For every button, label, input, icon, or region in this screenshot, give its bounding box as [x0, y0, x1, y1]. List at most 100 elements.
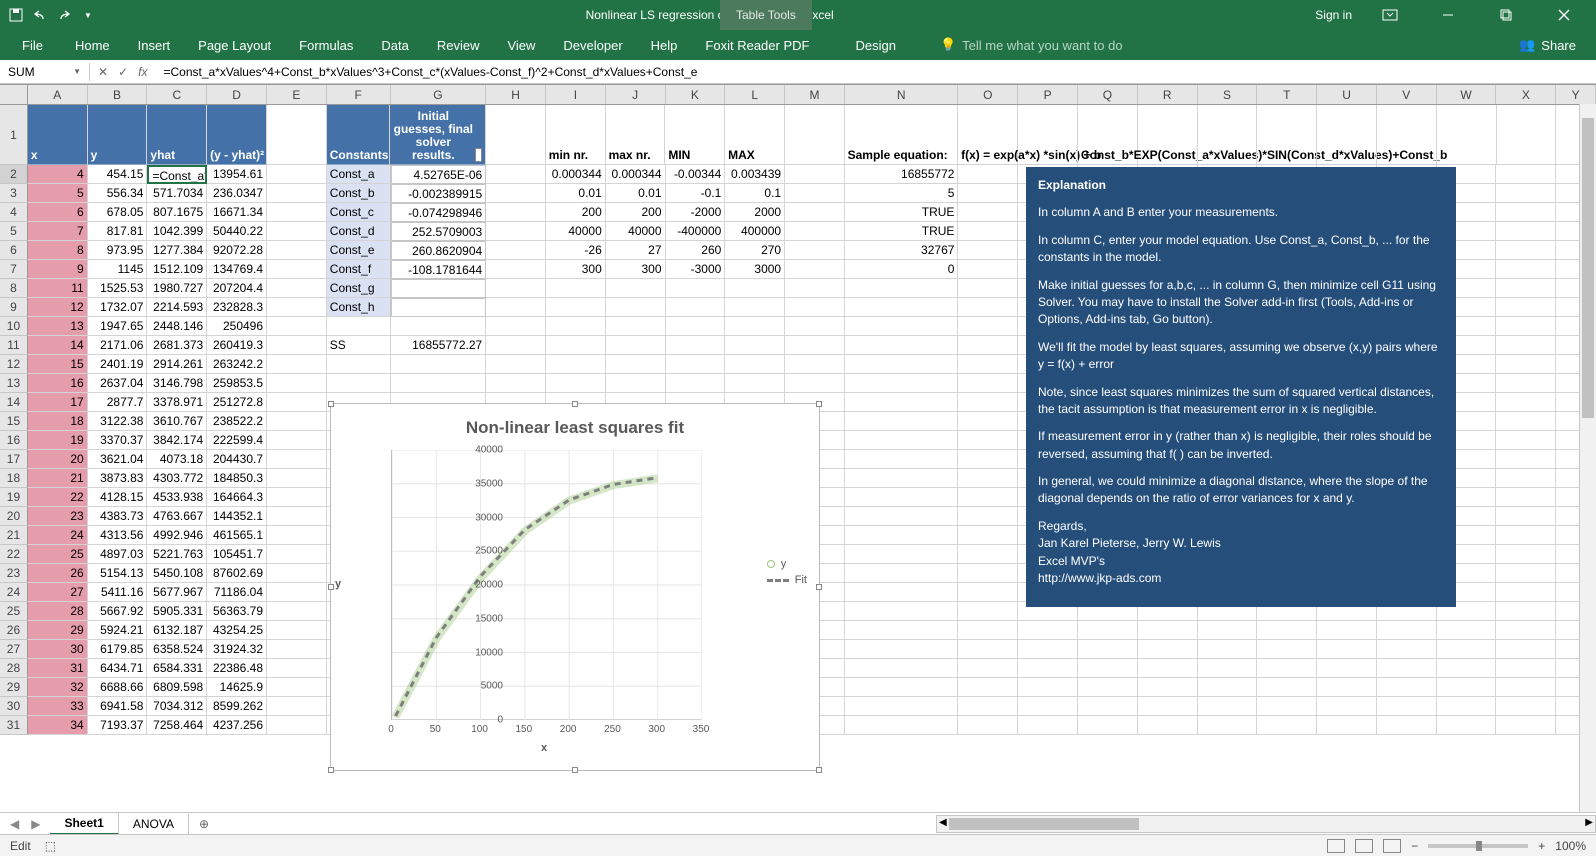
- col-header-U[interactable]: U: [1317, 85, 1377, 104]
- row-header-21[interactable]: 21: [0, 526, 28, 545]
- cell-A16[interactable]: 19: [28, 431, 88, 450]
- row-header-19[interactable]: 19: [0, 488, 28, 507]
- zoom-slider[interactable]: [1428, 844, 1528, 848]
- chart-nonlinear-fit[interactable]: Non-linear least squares fit y x y Fit 0…: [330, 403, 820, 771]
- enter-formula-icon[interactable]: ✓: [118, 65, 128, 79]
- cell-B29[interactable]: 6688.66: [88, 678, 148, 697]
- ribbon-tab-file[interactable]: File: [4, 32, 61, 59]
- cell-D28[interactable]: 22386.48: [207, 659, 267, 678]
- explanation-text-box[interactable]: Explanation In column A and B enter your…: [1026, 167, 1456, 607]
- cell-D20[interactable]: 144352.1: [207, 507, 267, 526]
- cell-B11[interactable]: 2171.06: [88, 336, 148, 355]
- cell-B13[interactable]: 2637.04: [88, 374, 148, 393]
- cell-C28[interactable]: 6584.331: [147, 659, 207, 678]
- cell-B28[interactable]: 6434.71: [88, 659, 148, 678]
- cell-A15[interactable]: 18: [28, 412, 88, 431]
- row-header-3[interactable]: 3: [0, 184, 28, 203]
- cell-D27[interactable]: 31924.32: [207, 640, 267, 659]
- row-header-18[interactable]: 18: [0, 469, 28, 488]
- sign-in-link[interactable]: Sign in: [1315, 8, 1352, 22]
- const-name-1[interactable]: Const_b: [327, 184, 391, 203]
- chart-plot-area[interactable]: [391, 450, 701, 720]
- cell-A7[interactable]: 9: [28, 260, 88, 279]
- cell-A6[interactable]: 8: [28, 241, 88, 260]
- cell-B2[interactable]: 454.15: [88, 165, 148, 184]
- chart-legend[interactable]: y Fit: [767, 554, 807, 590]
- cell-C30[interactable]: 7034.312: [147, 697, 207, 716]
- ribbon-tab-developer[interactable]: Developer: [549, 32, 636, 59]
- header-yhat[interactable]: yhat: [147, 105, 207, 165]
- cell-B17[interactable]: 3621.04: [88, 450, 148, 469]
- cell-B19[interactable]: 4128.15: [88, 488, 148, 507]
- const-val-3[interactable]: 252.5709003: [391, 222, 487, 241]
- cell-C9[interactable]: 2214.593: [147, 298, 207, 317]
- row-header-17[interactable]: 17: [0, 450, 28, 469]
- cell-C6[interactable]: 1277.384: [147, 241, 207, 260]
- const-val-6[interactable]: [391, 279, 487, 298]
- col-header-N[interactable]: N: [845, 85, 959, 104]
- cell-A5[interactable]: 7: [28, 222, 88, 241]
- cell-A13[interactable]: 16: [28, 374, 88, 393]
- col-header-C[interactable]: C: [147, 85, 207, 104]
- const-val-7[interactable]: [391, 298, 487, 317]
- cell-C13[interactable]: 3146.798: [147, 374, 207, 393]
- cell-A4[interactable]: 6: [28, 203, 88, 222]
- cancel-formula-icon[interactable]: ✕: [98, 65, 108, 79]
- cell-D11[interactable]: 260419.3: [207, 336, 267, 355]
- cell-A25[interactable]: 28: [28, 602, 88, 621]
- cell-A10[interactable]: 13: [28, 317, 88, 336]
- row-header-28[interactable]: 28: [0, 659, 28, 678]
- tab-nav-next-icon[interactable]: ▶: [31, 817, 40, 831]
- qat-dropdown-icon[interactable]: ▼: [80, 7, 96, 23]
- cell-B30[interactable]: 6941.58: [88, 697, 148, 716]
- cell-B3[interactable]: 556.34: [88, 184, 148, 203]
- col-header-V[interactable]: V: [1377, 85, 1437, 104]
- ss-value[interactable]: 16855772.27: [391, 336, 487, 355]
- cell-A18[interactable]: 21: [28, 469, 88, 488]
- cell-D22[interactable]: 105451.7: [207, 545, 267, 564]
- cell-C26[interactable]: 6132.187: [147, 621, 207, 640]
- cell-D8[interactable]: 207204.4: [207, 279, 267, 298]
- cell-A21[interactable]: 24: [28, 526, 88, 545]
- cell-B25[interactable]: 5667.92: [88, 602, 148, 621]
- cell-C4[interactable]: 807.1675: [147, 203, 207, 222]
- cell-B14[interactable]: 2877.7: [88, 393, 148, 412]
- header-y[interactable]: y: [88, 105, 148, 165]
- col-header-Y[interactable]: Y: [1556, 85, 1596, 104]
- cell-D6[interactable]: 92072.28: [207, 241, 267, 260]
- cell-D24[interactable]: 71186.04: [207, 583, 267, 602]
- col-header-A[interactable]: A: [28, 85, 88, 104]
- tell-me-search[interactable]: 💡 Tell me what you want to do: [940, 37, 1123, 53]
- cell-B23[interactable]: 5154.13: [88, 564, 148, 583]
- horizontal-scrollbar[interactable]: ◀ ▶: [936, 815, 1596, 833]
- cell-C25[interactable]: 5905.331: [147, 602, 207, 621]
- row-header-6[interactable]: 6: [0, 241, 28, 260]
- page-layout-view-button[interactable]: [1355, 839, 1373, 853]
- select-all-triangle[interactable]: [0, 85, 28, 104]
- cell-A22[interactable]: 25: [28, 545, 88, 564]
- row-header-2[interactable]: 2: [0, 165, 28, 184]
- const-val-5[interactable]: -108.1781644: [391, 260, 487, 279]
- row-header-12[interactable]: 12: [0, 355, 28, 374]
- vertical-scrollbar[interactable]: [1579, 104, 1596, 812]
- row-header-1[interactable]: 1: [0, 105, 28, 165]
- cell-B7[interactable]: 1145: [88, 260, 148, 279]
- cell-A23[interactable]: 26: [28, 564, 88, 583]
- cell-D10[interactable]: 250496: [207, 317, 267, 336]
- zoom-level[interactable]: 100%: [1555, 839, 1586, 853]
- cell-A29[interactable]: 32: [28, 678, 88, 697]
- cell-C23[interactable]: 5450.108: [147, 564, 207, 583]
- cell-B12[interactable]: 2401.19: [88, 355, 148, 374]
- cell-A17[interactable]: 20: [28, 450, 88, 469]
- cell-C19[interactable]: 4533.938: [147, 488, 207, 507]
- header-x[interactable]: x: [28, 105, 88, 165]
- cell-C20[interactable]: 4763.667: [147, 507, 207, 526]
- col-header-M[interactable]: M: [785, 85, 845, 104]
- cell-C17[interactable]: 4073.18: [147, 450, 207, 469]
- const-name-7[interactable]: Const_h: [327, 298, 391, 317]
- cell-C21[interactable]: 4992.946: [147, 526, 207, 545]
- cell-A19[interactable]: 22: [28, 488, 88, 507]
- ribbon-options-icon[interactable]: [1370, 0, 1410, 30]
- cell-B16[interactable]: 3370.37: [88, 431, 148, 450]
- cell-D16[interactable]: 222599.4: [207, 431, 267, 450]
